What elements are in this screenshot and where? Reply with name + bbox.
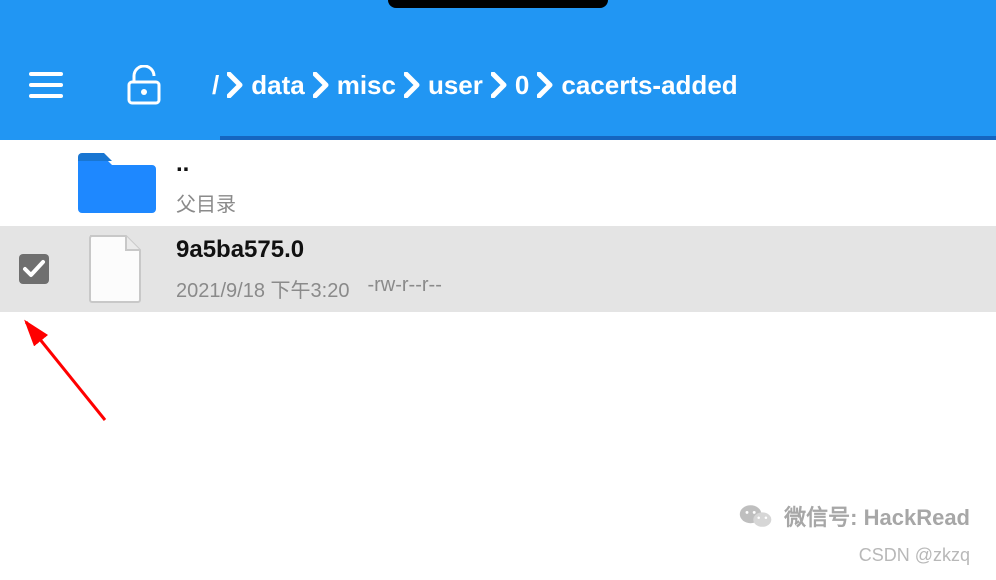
parent-dir-row[interactable]: .. 父目录 [0, 140, 996, 226]
menu-button[interactable] [18, 72, 74, 98]
folder-icon [72, 148, 158, 218]
breadcrumb-item-user[interactable]: user [420, 70, 491, 101]
app-toolbar: / data misc user 0 cacerts-added [0, 30, 996, 140]
file-row[interactable]: 9a5ba575.0 2021/9/18 下午3:20 -rw-r--r-- [0, 226, 996, 312]
watermark-csdn: CSDN @zkzq [859, 545, 970, 566]
breadcrumb-root[interactable]: / [204, 70, 227, 101]
watermark-value: HackRead [864, 505, 970, 530]
hamburger-icon [29, 72, 63, 98]
watermark-label: 微信号: [784, 505, 857, 530]
file-name: 9a5ba575.0 [176, 236, 442, 264]
lock-open-icon [127, 65, 161, 105]
file-list: .. 父目录 9a5ba575.0 2021/9/18 下午3:20 -rw-r… [0, 140, 996, 312]
status-bar [0, 0, 996, 30]
lock-toggle[interactable] [114, 65, 174, 105]
breadcrumb-item-data[interactable]: data [243, 70, 312, 101]
file-permissions: -rw-r--r-- [367, 274, 441, 303]
breadcrumb-item-cacerts-added[interactable]: cacerts-added [553, 70, 745, 101]
breadcrumb-item-0[interactable]: 0 [507, 70, 537, 101]
chevron-right-icon [491, 72, 507, 98]
file-name: .. [176, 150, 236, 178]
watermark-wechat: 微信号: HackRead [738, 498, 970, 534]
notch [388, 0, 608, 8]
breadcrumb-item-misc[interactable]: misc [329, 70, 404, 101]
wechat-icon [738, 498, 774, 534]
chevron-right-icon [404, 72, 420, 98]
checkbox-checked-icon[interactable] [18, 253, 50, 285]
chevron-right-icon [537, 72, 553, 98]
breadcrumb: / data misc user 0 cacerts-added [204, 30, 746, 140]
file-date: 2021/9/18 下午3:20 [176, 274, 349, 303]
chevron-right-icon [227, 72, 243, 98]
chevron-right-icon [313, 72, 329, 98]
file-subtitle: 父目录 [176, 188, 236, 217]
file-icon [72, 234, 158, 304]
